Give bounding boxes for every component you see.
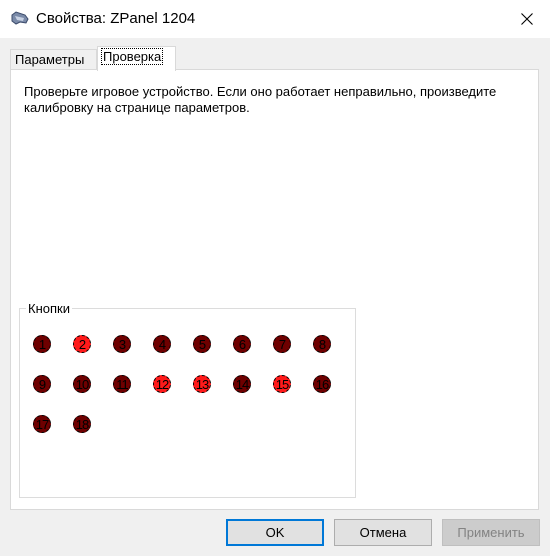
joystick-button-16: 16 — [313, 375, 331, 393]
ok-button[interactable]: OK — [226, 519, 324, 546]
tab-test-label: Проверка — [100, 48, 164, 65]
instruction-text: Проверьте игровое устройство. Если оно р… — [24, 84, 497, 115]
apply-button[interactable]: Применить — [442, 519, 540, 546]
joystick-button-17: 17 — [33, 415, 51, 433]
joystick-button-6: 6 — [233, 335, 251, 353]
cancel-button[interactable]: Отмена — [334, 519, 432, 546]
joystick-button-3: 3 — [113, 335, 131, 353]
title-bar: Свойства: ZPanel 1204 — [0, 0, 550, 38]
joystick-button-12: 12 — [153, 375, 171, 393]
tab-parameters[interactable]: Параметры — [10, 49, 97, 69]
joystick-button-5: 5 — [193, 335, 211, 353]
joystick-button-7: 7 — [273, 335, 291, 353]
buttons-group-label: Кнопки — [26, 301, 72, 316]
tab-test[interactable]: Проверка — [97, 46, 176, 71]
joystick-button-8: 8 — [313, 335, 331, 353]
test-panel: Проверьте игровое устройство. Если оно р… — [10, 69, 539, 510]
joystick-button-11: 11 — [113, 375, 131, 393]
joystick-button-2: 2 — [73, 335, 91, 353]
joystick-button-13: 13 — [193, 375, 211, 393]
joystick-button-4: 4 — [153, 335, 171, 353]
joystick-button-1: 1 — [33, 335, 51, 353]
tab-parameters-label: Параметры — [15, 52, 85, 67]
joystick-button-10: 10 — [73, 375, 91, 393]
window-title: Свойства: ZPanel 1204 — [36, 10, 196, 27]
game-controller-icon — [11, 11, 29, 25]
joystick-button-9: 9 — [33, 375, 51, 393]
joystick-button-18: 18 — [73, 415, 91, 433]
joystick-button-15: 15 — [273, 375, 291, 393]
close-icon — [521, 13, 533, 25]
joystick-button-14: 14 — [233, 375, 251, 393]
close-button[interactable] — [504, 0, 550, 38]
buttons-groupbox: Кнопки 1 2 3 4 5 6 7 8 9 10 11 12 13 14 15 16 17 18 — [19, 301, 356, 498]
